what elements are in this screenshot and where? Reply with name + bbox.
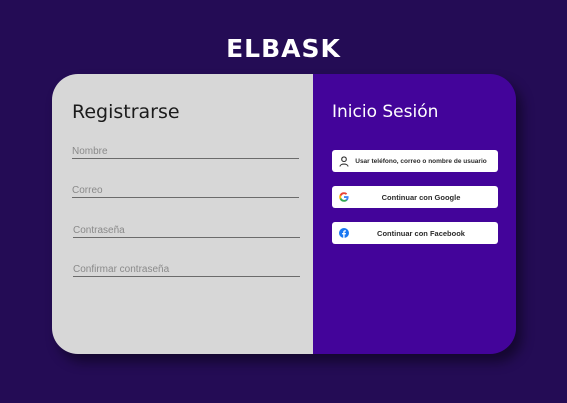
name-field[interactable] [72,143,299,160]
facebook-icon [338,227,350,239]
continue-with-google-button[interactable]: Continuar con Google [332,186,498,208]
name-field-wrap [72,141,299,160]
confirm-password-field-wrap [73,259,300,278]
password-field-wrap [73,220,300,239]
register-title: Registrarse [72,101,180,123]
password-field[interactable] [73,222,300,239]
continue-with-facebook-button[interactable]: Continuar con Facebook [332,222,498,244]
continue-with-facebook-label: Continuar con Facebook [377,228,465,238]
auth-card: Registrarse Inicio Sesión [52,74,516,354]
confirm-password-field[interactable] [73,261,300,278]
user-icon [338,155,350,167]
google-icon [338,191,350,203]
login-title: Inicio Sesión [332,102,439,122]
page: ELBASK Registrarse Inicio Sesión [0,0,567,403]
email-field-wrap [72,180,299,199]
brand-logo: ELBASK [226,34,341,63]
continue-with-google-label: Continuar con Google [381,192,461,202]
use-phone-email-username-label: Usar teléfono, correo o nombre de usuari… [355,157,487,165]
login-panel: Inicio Sesión Usar teléfono, correo o no… [313,74,516,354]
register-panel: Registrarse [52,74,313,354]
use-phone-email-username-button[interactable]: Usar teléfono, correo o nombre de usuari… [332,150,498,172]
email-field[interactable] [72,182,299,199]
